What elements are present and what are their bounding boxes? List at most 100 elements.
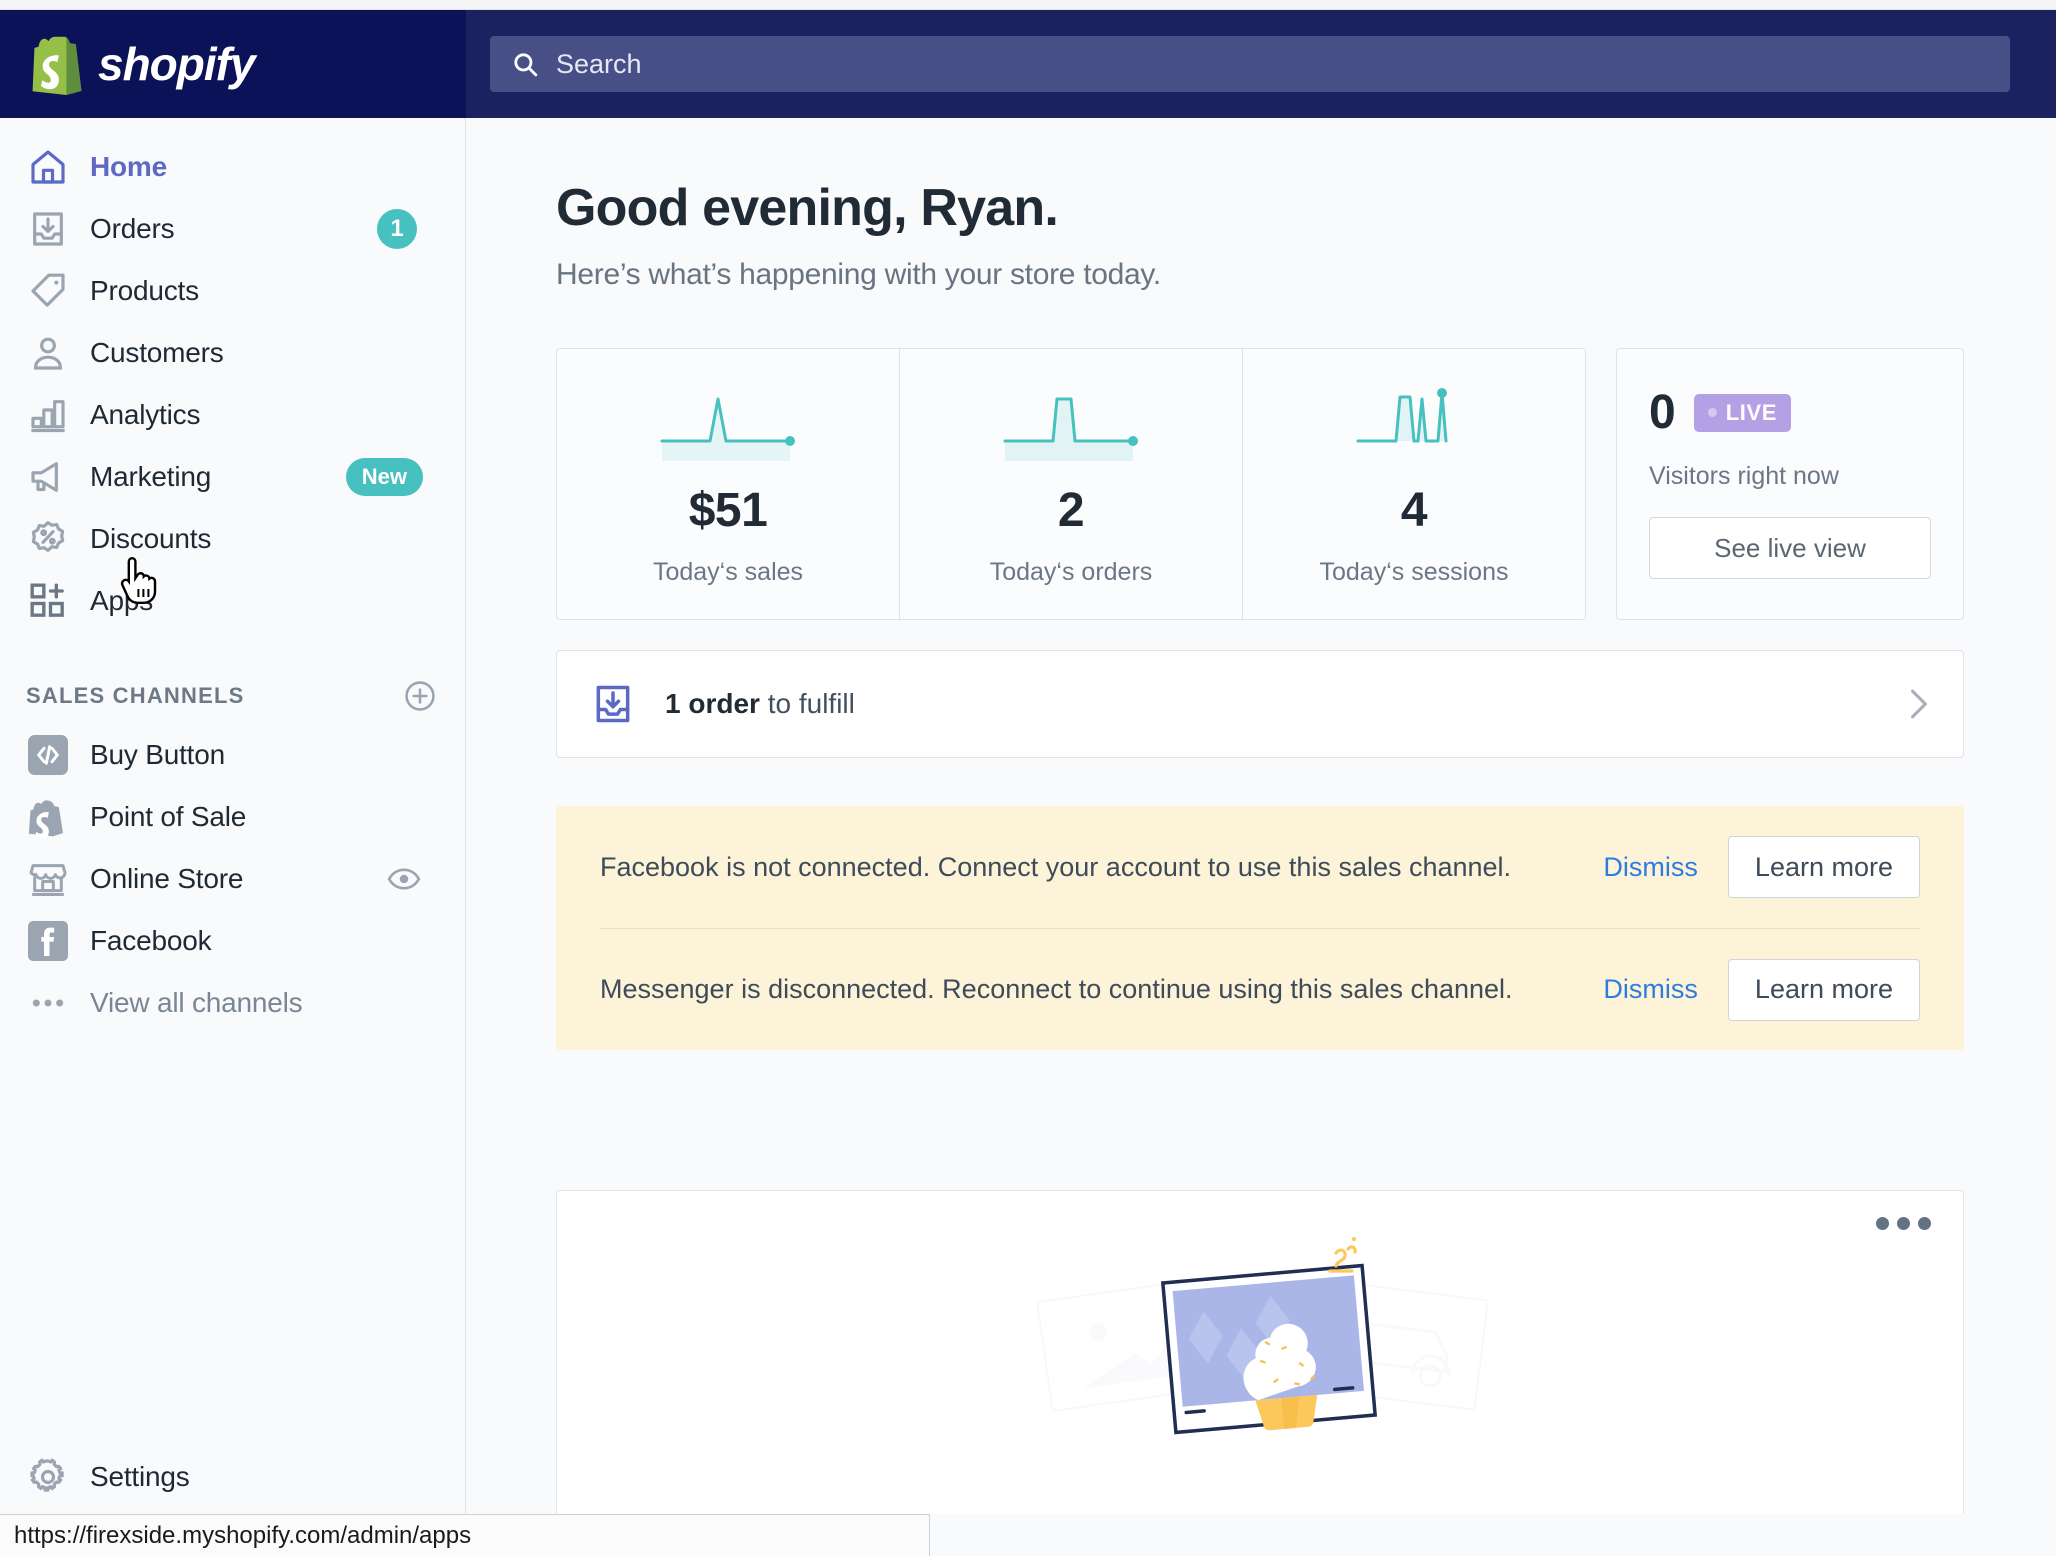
- percent-icon: [26, 517, 70, 561]
- sidebar-item-label: Products: [90, 275, 199, 306]
- stat-value: 4: [1400, 484, 1428, 537]
- sidebar-item-buy-button[interactable]: Buy Button: [0, 724, 465, 786]
- banner-actions: Dismiss Learn more: [1603, 958, 1920, 1021]
- banner-message: Facebook is not connected. Connect your …: [600, 851, 1512, 882]
- banner-actions: Dismiss Learn more: [1603, 836, 1920, 898]
- live-dot-icon: [1707, 408, 1717, 417]
- sidebar-item-orders[interactable]: Orders 1: [0, 198, 465, 260]
- stat-label: Today‘s sales: [652, 558, 804, 586]
- banner-row-facebook: Facebook is not connected. Connect your …: [600, 806, 1920, 928]
- orders-count-badge: 1: [377, 209, 417, 249]
- ellipsis-icon: [26, 981, 70, 1025]
- section-title: SALES CHANNELS: [26, 683, 245, 708]
- main-content: Good evening, Ryan. Here’s what’s happen…: [467, 118, 2056, 1514]
- sidebar-item-facebook[interactable]: Facebook: [0, 910, 465, 972]
- stat-todays-sales[interactable]: $51 Today‘s sales: [557, 349, 900, 619]
- top-bar: shopify Search: [0, 10, 2056, 118]
- card-overflow-menu-ellipsis-icon[interactable]: [1876, 1217, 1931, 1230]
- sales-channels-list: Buy Button Point of Sale Online Store Fa…: [0, 724, 465, 1034]
- banner-message: Messenger is disconnected. Reconnect to …: [600, 974, 1513, 1004]
- gear-icon: [26, 1455, 70, 1499]
- sidebar-item-label: Facebook: [90, 925, 212, 956]
- code-icon: [26, 733, 70, 777]
- bar-chart-icon: [26, 393, 70, 437]
- stats-row: $51 Today‘s sales 2 Today‘s orders 4 Tod…: [556, 348, 1964, 620]
- see-live-view-button[interactable]: See live view: [1649, 517, 1931, 579]
- sidebar-item-label: Orders: [90, 213, 175, 244]
- today-stats-card: $51 Today‘s sales 2 Today‘s orders 4 Tod…: [556, 348, 1586, 620]
- shopify-logo[interactable]: shopify: [0, 10, 466, 118]
- sidebar-item-apps[interactable]: Apps: [0, 570, 465, 632]
- promo-photo-card: [556, 1190, 1964, 1514]
- orders-icon: [26, 207, 70, 251]
- apps-grid-icon: [26, 579, 70, 623]
- sidebar: Home Orders 1 Products Customers Analyti…: [0, 118, 466, 1514]
- search-input[interactable]: Search: [490, 36, 2010, 92]
- plus-circle-icon[interactable]: [403, 679, 437, 713]
- sidebar-item-analytics[interactable]: Analytics: [0, 384, 465, 446]
- sessions-sparkline-chart: [1356, 388, 1448, 443]
- sidebar-item-customers[interactable]: Customers: [0, 322, 465, 384]
- sidebar-item-label: Discounts: [90, 523, 212, 554]
- sidebar-item-label: Home: [90, 151, 167, 182]
- sidebar-item-view-all-channels[interactable]: View all channels: [0, 972, 465, 1034]
- sidebar-item-online-store[interactable]: Online Store: [0, 848, 465, 910]
- sidebar-footer: Settings: [0, 1445, 465, 1514]
- orders-to-fulfill-row[interactable]: 1 order to fulfill: [556, 650, 1964, 758]
- page-title: Good evening, Ryan.: [556, 179, 1059, 237]
- person-icon: [26, 331, 70, 375]
- brand-wordmark: shopify: [98, 38, 256, 90]
- sidebar-item-label: Settings: [90, 1461, 190, 1492]
- sidebar-item-marketing[interactable]: Marketing New: [0, 446, 465, 508]
- facebook-icon: [26, 919, 70, 963]
- sidebar-item-label: Buy Button: [90, 739, 225, 770]
- sidebar-item-label: Marketing: [90, 461, 212, 492]
- browser-chrome-strip: [0, 0, 2056, 10]
- chevron-right-icon: [1911, 689, 1927, 719]
- sales-channels-header: SALES CHANNELS: [0, 668, 465, 724]
- eye-icon[interactable]: [387, 867, 421, 891]
- fulfill-text: 1 order to fulfill: [665, 688, 855, 720]
- sidebar-item-label: View all channels: [90, 987, 303, 1018]
- sidebar-item-label: Online Store: [90, 863, 244, 894]
- pos-bag-icon: [26, 795, 70, 839]
- sales-channel-warning-banner: Facebook is not connected. Connect your …: [556, 806, 1964, 1050]
- cupcake-photo-illustration: [1036, 1236, 1489, 1435]
- live-visitor-count-row: 0 LIVE: [1649, 385, 1931, 440]
- stat-label: Today‘s sessions: [1319, 558, 1509, 586]
- live-visitor-count: 0: [1649, 386, 1676, 439]
- stat-todays-orders[interactable]: 2 Today‘s orders: [900, 349, 1243, 619]
- learn-more-button[interactable]: Learn more: [1727, 958, 1920, 1021]
- search-placeholder: Search: [556, 48, 642, 79]
- dismiss-link[interactable]: Dismiss: [1603, 974, 1698, 1005]
- sidebar-item-label: Point of Sale: [90, 801, 247, 832]
- live-status-badge: LIVE: [1693, 393, 1792, 432]
- stat-value: 2: [1057, 484, 1085, 537]
- sidebar-item-home[interactable]: Home: [0, 136, 465, 198]
- live-caption: Visitors right now: [1649, 462, 1839, 490]
- sidebar-item-label: Analytics: [90, 399, 201, 430]
- tag-icon: [26, 269, 70, 313]
- sales-sparkline-chart: [660, 397, 795, 461]
- sidebar-item-point-of-sale[interactable]: Point of Sale: [0, 786, 465, 848]
- sidebar-item-label: Apps: [90, 585, 154, 616]
- storefront-icon: [26, 857, 70, 901]
- home-icon: [26, 145, 70, 189]
- orders-sparkline-chart: [1003, 397, 1138, 461]
- marketing-new-badge: New: [345, 458, 423, 496]
- browser-status-bar: https://firexside.myshopify.com/admin/ap…: [0, 1514, 930, 1556]
- banner-row-messenger: Messenger is disconnected. Reconnect to …: [600, 928, 1920, 1050]
- live-badge-label: LIVE: [1725, 399, 1778, 425]
- stat-value: $51: [688, 484, 768, 537]
- sidebar-item-products[interactable]: Products: [0, 260, 465, 322]
- stat-todays-sessions[interactable]: 4 Today‘s sessions: [1243, 349, 1585, 619]
- sidebar-item-discounts[interactable]: Discounts: [0, 508, 465, 570]
- learn-more-button[interactable]: Learn more: [1727, 836, 1920, 898]
- search-area: Search: [466, 10, 2056, 118]
- sidebar-item-settings[interactable]: Settings: [0, 1446, 465, 1508]
- primary-nav: Home Orders 1 Products Customers Analyti…: [0, 118, 465, 632]
- dismiss-link[interactable]: Dismiss: [1603, 852, 1698, 883]
- status-url: https://firexside.myshopify.com/admin/ap…: [14, 1521, 472, 1549]
- search-icon: [514, 53, 538, 77]
- orders-icon: [596, 685, 630, 723]
